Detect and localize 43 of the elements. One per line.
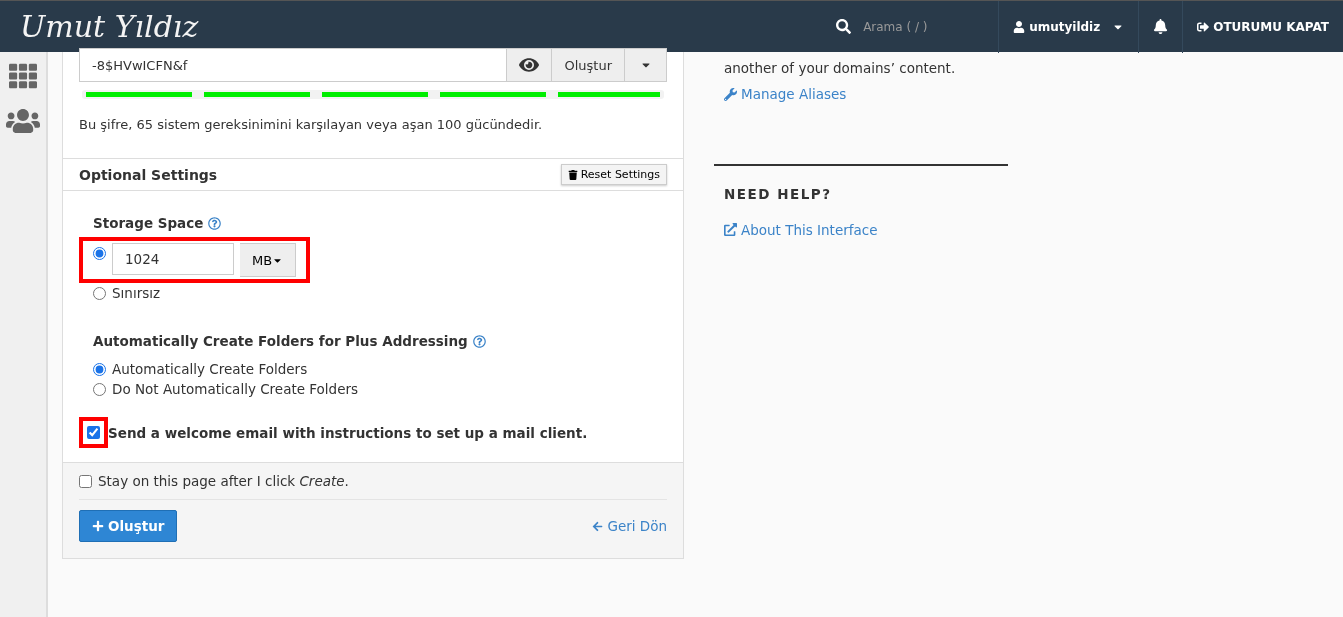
radio-button[interactable] [93,362,106,376]
help-icon[interactable] [208,216,222,230]
back-link[interactable]: Geri Dön [592,518,667,534]
create-button[interactable]: Oluştur [79,510,178,542]
section-title: Optional Settings [79,166,218,183]
help-heading: NEED HELP? [714,163,1008,222]
generate-button[interactable]: Oluştur [551,49,624,81]
grid-icon[interactable] [9,62,37,90]
checkbox-label: Send a welcome email with instructions to set up a mail client. [108,424,588,441]
logout-icon [1197,20,1210,33]
password-field[interactable]: -8$HVwICFN&f Oluştur [79,48,667,82]
checkbox[interactable] [87,426,100,439]
wrench-icon [724,87,737,101]
help-icon[interactable] [472,334,486,348]
radio-button[interactable] [93,382,106,396]
description-text: another of your domains’ content. [724,60,957,76]
user-menu[interactable]: umutyildiz [998,0,1139,53]
user-icon [1013,20,1026,33]
logo-text[interactable]: Umut Yıldız [20,9,837,44]
unit-dropdown[interactable]: MB [240,243,297,277]
quota-input[interactable]: 1024 [112,243,234,275]
radio-button[interactable] [93,286,106,300]
checkbox-label: Stay on this page after I click Create. [98,473,349,489]
about-link[interactable]: About This Interface [724,221,878,238]
option-label: Do Not Automatically Create Folders [112,380,359,399]
field-label: Storage Space [93,215,204,231]
eye-icon [519,55,540,75]
option-label: Automatically Create Folders [112,360,308,379]
arrow-left-icon [592,520,604,532]
radio-button[interactable] [93,247,106,260]
reset-button[interactable]: Reset Settings [560,164,667,185]
external-link-icon [724,223,737,236]
plus-icon [92,520,104,532]
logout-button[interactable]: OTURUMU KAPAT [1182,0,1343,53]
field-label: Automatically Create Folders for Plus Addressing [93,333,468,349]
strength-message: Bu şifre, 65 sistem gereksinimini karşılayan veya aşan 100 gücündedir. [79,117,544,132]
eye-button[interactable] [506,49,552,81]
checkbox[interactable] [79,474,92,488]
option-label: Sınırsız [112,284,161,303]
trash-icon [567,169,578,180]
search-field[interactable]: Arama ( / ) [861,18,976,35]
search-icon[interactable] [836,19,852,34]
manage-aliases-link[interactable]: Manage Aliases [724,86,847,102]
